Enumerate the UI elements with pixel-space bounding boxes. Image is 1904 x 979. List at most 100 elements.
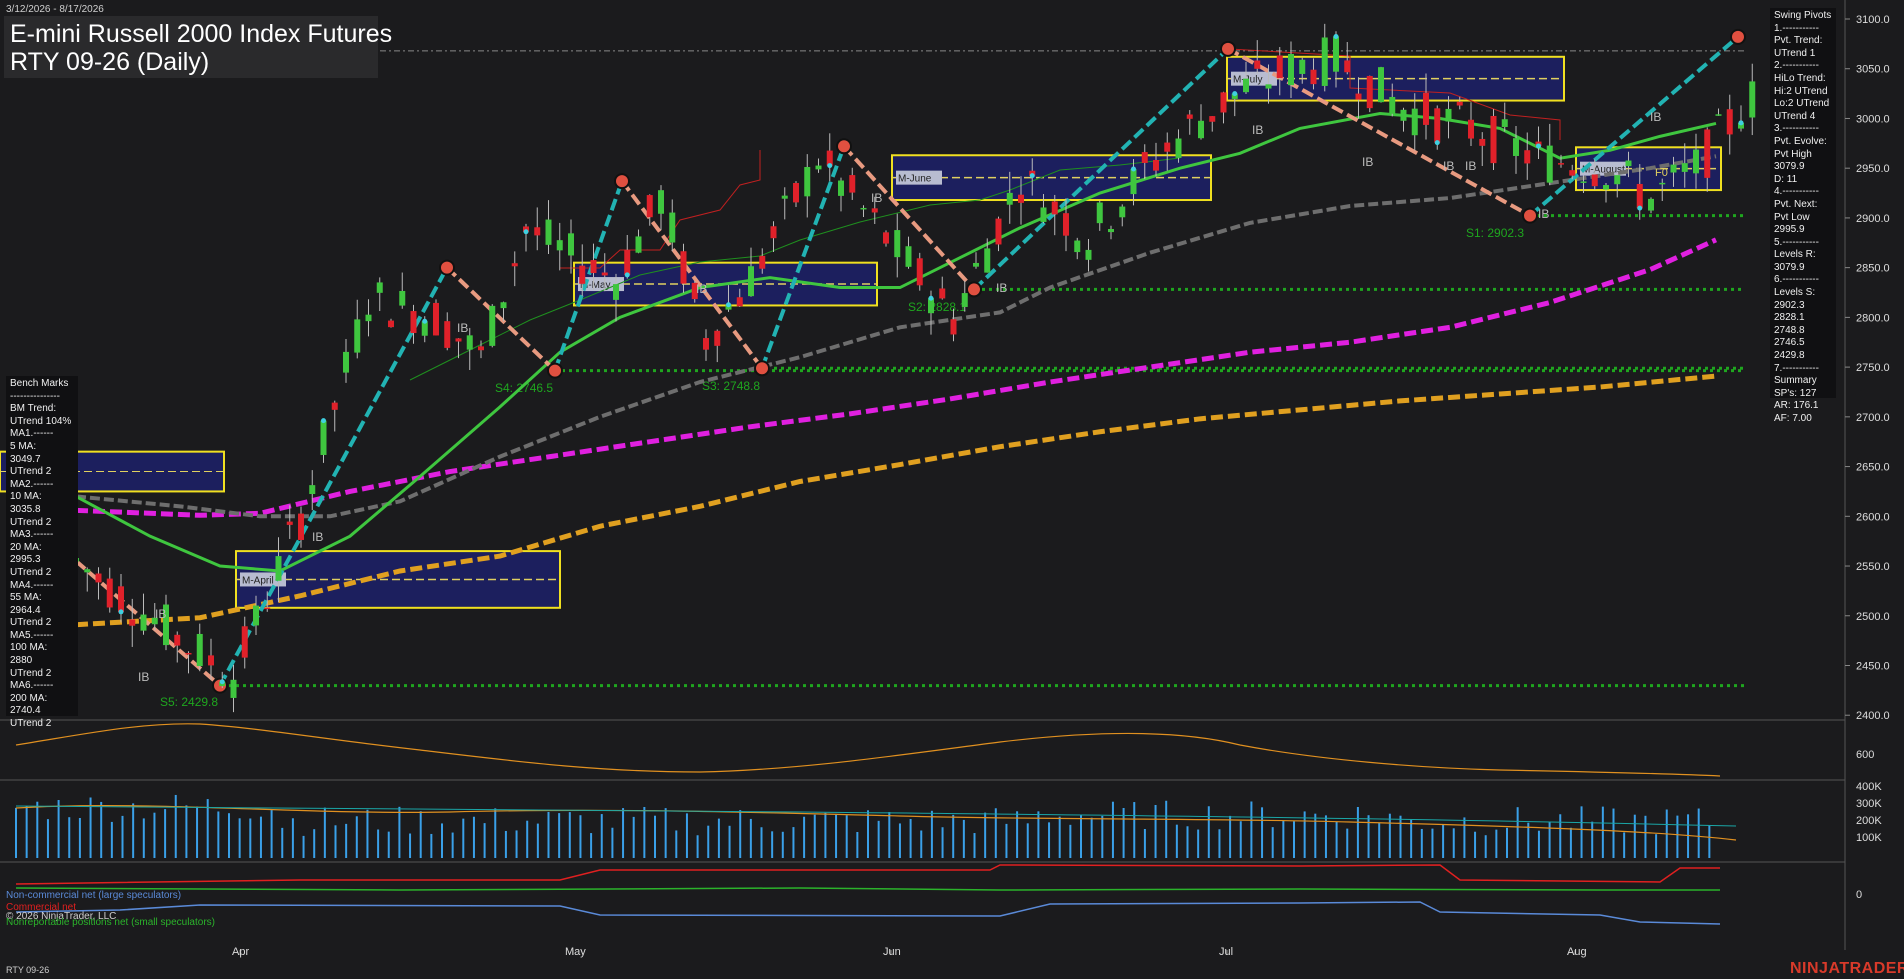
candle-body: [433, 302, 439, 336]
ib-label: IB: [1465, 159, 1476, 173]
candle-body: [646, 195, 653, 218]
bench-panel-line: ---------------: [10, 390, 60, 402]
swing-panel-line: 3.-----------: [1774, 123, 1819, 135]
candle-body: [736, 297, 743, 307]
swing-pivot-marker: [547, 362, 563, 379]
ib-label: IB: [1362, 155, 1373, 169]
swing-pivot-marker: [1522, 207, 1538, 224]
bench-panel-line: UTrend 104%: [10, 415, 72, 427]
date-range: 3/12/2026 - 8/17/2026: [6, 4, 104, 15]
signal-dot: [1738, 120, 1744, 126]
volume-axis-label: 200K: [1856, 815, 1882, 827]
swing-panel-line: 4.-----------: [1774, 186, 1819, 198]
candle-body: [984, 248, 991, 273]
candle-body: [1681, 163, 1688, 172]
candle-body: [1591, 174, 1598, 187]
month-label: Jun: [883, 946, 901, 958]
swing-panel-line: UTrend 1: [1774, 47, 1816, 59]
candle-body: [129, 619, 136, 626]
candle-body: [1310, 69, 1317, 85]
candle-body: [1749, 81, 1756, 118]
candle-body: [1276, 55, 1283, 78]
bench-panel-line: 200 MA:: [10, 692, 48, 704]
candle-body: [658, 190, 664, 214]
candle-body: [365, 314, 372, 322]
candle-body: [534, 227, 541, 236]
bench-panel-line: MA3.------: [10, 529, 54, 541]
candle-body: [320, 420, 327, 455]
candle-body: [1434, 108, 1441, 143]
candle-body: [1209, 116, 1216, 122]
candle-body: [871, 208, 878, 213]
swing-panel-line: AF: 7.00: [1774, 413, 1812, 424]
candle-body: [804, 166, 811, 197]
ib-label: IB: [138, 670, 149, 684]
bench-panel-line: BM Trend:: [10, 403, 57, 415]
swing-panel-line: Lo:2 UTrend: [1774, 98, 1830, 110]
candle-body: [1096, 202, 1103, 224]
candle-body: [500, 302, 507, 309]
bench-panel-line: 100 MA:: [10, 642, 48, 654]
candle-body: [1085, 249, 1092, 260]
ib-label: IB: [155, 607, 166, 621]
f0-label: F0: [1655, 167, 1668, 179]
candle-body: [849, 175, 856, 193]
candle-body: [905, 246, 912, 267]
support-label: S2: 2828.1: [908, 300, 966, 314]
bench-panel-line: 3035.8: [10, 503, 41, 515]
candle-body: [669, 212, 676, 243]
price-axis-label: 2650.0: [1856, 462, 1890, 474]
price-chart[interactable]: 3100.0 3050.0 3000.0 2950.0 2900.0 2850.0 2800…: [0, 0, 1904, 979]
price-axis-label: 2450.0: [1856, 660, 1890, 672]
price-axis-label: 2900.0: [1856, 213, 1890, 225]
candle-body: [1648, 198, 1654, 211]
candle-body: [1546, 145, 1553, 183]
candle-body: [84, 569, 91, 573]
bench-panel-line: UTrend 2: [10, 466, 52, 478]
swing-panel-line: HiLo Trend:: [1774, 72, 1826, 84]
volume-avg-line: [15, 805, 1737, 827]
swing-pivot-marker: [754, 360, 770, 377]
swing-panel-line: Levels S:: [1774, 287, 1816, 299]
candle-body: [354, 319, 361, 353]
candle-body: [601, 272, 608, 276]
price-axis-label: 2550.0: [1856, 561, 1890, 573]
candle-body: [1490, 115, 1497, 164]
candle-body: [1141, 152, 1148, 163]
candle-body: [106, 578, 113, 608]
oscillator-line: [15, 723, 1721, 777]
candle-body: [759, 255, 766, 269]
ma-55-line: [75, 154, 1717, 519]
candle-body: [1378, 67, 1384, 103]
candle-body: [309, 485, 316, 494]
commercial-net-line: [15, 864, 1720, 885]
candle-body: [1513, 138, 1519, 156]
candle-body: [793, 182, 799, 203]
price-axis-label: 2700.0: [1856, 412, 1890, 424]
candle-body: [466, 335, 473, 350]
price-axis-label: 3100.0: [1856, 14, 1890, 26]
swing-pivot-marker: [614, 173, 630, 190]
ib-label: IB: [1538, 207, 1549, 221]
cot-axis-label: 0: [1856, 889, 1862, 901]
swing-panel-line: 3079.9: [1774, 161, 1805, 173]
month-label: Jul: [1219, 946, 1233, 958]
month-box-label: M-June: [898, 174, 932, 185]
volume-axis-label: 300K: [1856, 798, 1882, 810]
candle-body: [939, 288, 946, 299]
candle-body: [1153, 159, 1159, 171]
signal-dot: [1131, 166, 1136, 172]
candle-body: [1501, 119, 1508, 127]
ib-label: IB: [996, 281, 1007, 295]
ib-label: IB: [312, 530, 323, 544]
candle-body: [894, 230, 901, 258]
swing-panel-line: 3079.9: [1774, 261, 1805, 273]
candle-body: [995, 218, 1002, 245]
chart-title: E-mini Russell 2000 Index Futures: [10, 20, 393, 48]
candle-body: [950, 319, 957, 335]
candle-body: [568, 233, 574, 256]
swing-panel-line: UTrend 4: [1774, 110, 1816, 122]
swing-panel-line: 2746.5: [1774, 337, 1805, 349]
ib-label: IB: [871, 191, 882, 205]
candle-body: [376, 282, 383, 293]
